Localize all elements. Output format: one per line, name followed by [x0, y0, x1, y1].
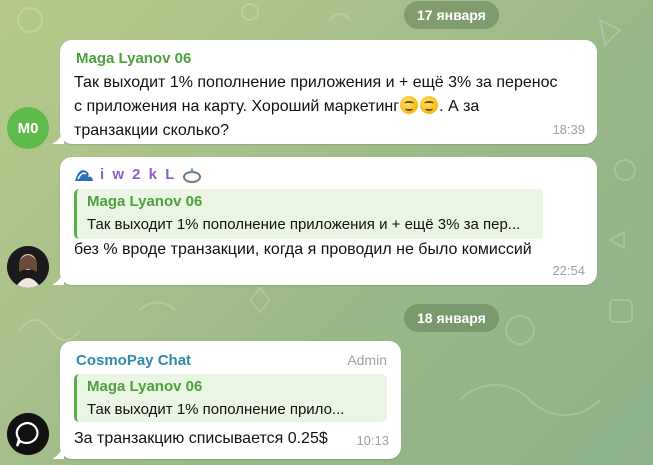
avatar[interactable]	[7, 413, 49, 455]
message-time: 22:54	[552, 263, 585, 278]
reply-text: Так выходит 1% пополнение приложения и +…	[87, 216, 521, 233]
message-line: транзакции сколько?	[74, 122, 230, 139]
bubble-tail	[52, 445, 64, 459]
message-time: 18:39	[552, 122, 585, 137]
message-text: без % вроде транзакции, когда я проводил…	[74, 241, 532, 258]
avatar[interactable]: M0	[7, 107, 49, 149]
message-text: Так выходит 1% пополнение приложения и +…	[74, 71, 557, 143]
avatar-initials: M0	[17, 119, 39, 137]
sender-name[interactable]: i w 2 k L	[100, 166, 176, 183]
chat-bubble-logo-icon	[7, 413, 49, 455]
reply-sender-name: Maga Lyanov 06	[87, 193, 203, 210]
reply-text: Так выходит 1% пополнение прило...	[87, 401, 345, 418]
wave-icon	[75, 170, 93, 181]
admin-badge: Admin	[347, 352, 387, 368]
message-line: . А за	[439, 98, 480, 115]
smiling-face-icon	[420, 96, 439, 114]
message-bubble[interactable]: i w 2 k L Maga Lyanov 06 Так выходит 1% …	[52, 157, 597, 285]
message-line: с приложения на карту. Хороший маркетинг	[74, 98, 400, 115]
date-separator: 18 января	[404, 304, 499, 332]
sender-name[interactable]: CosmoPay Chat	[76, 352, 191, 369]
smiling-face-icon	[400, 96, 419, 114]
message-time: 10:13	[356, 433, 389, 448]
reply-sender-name: Maga Lyanov 06	[87, 378, 203, 395]
reply-quote[interactable]: Maga Lyanov 06 Так выходит 1% пополнение…	[74, 189, 543, 239]
user-photo-icon	[7, 246, 49, 288]
ring-icon	[183, 167, 202, 183]
message-line: Так выходит 1% пополнение приложения и +…	[74, 74, 558, 91]
avatar[interactable]	[7, 246, 49, 288]
message-text: За транзакцию списывается 0.25$	[74, 430, 328, 447]
message-bubble[interactable]: CosmoPay Chat Admin Maga Lyanov 06 Так в…	[52, 341, 401, 459]
bubble-tail	[52, 130, 64, 144]
bubble-tail	[52, 271, 64, 285]
message-bubble[interactable]: Maga Lyanov 06 Так выходит 1% пополнение…	[52, 40, 597, 144]
reply-quote[interactable]: Maga Lyanov 06 Так выходит 1% пополнение…	[74, 374, 387, 422]
sender-name[interactable]: Maga Lyanov 06	[76, 50, 191, 67]
date-separator: 17 января	[404, 1, 499, 29]
